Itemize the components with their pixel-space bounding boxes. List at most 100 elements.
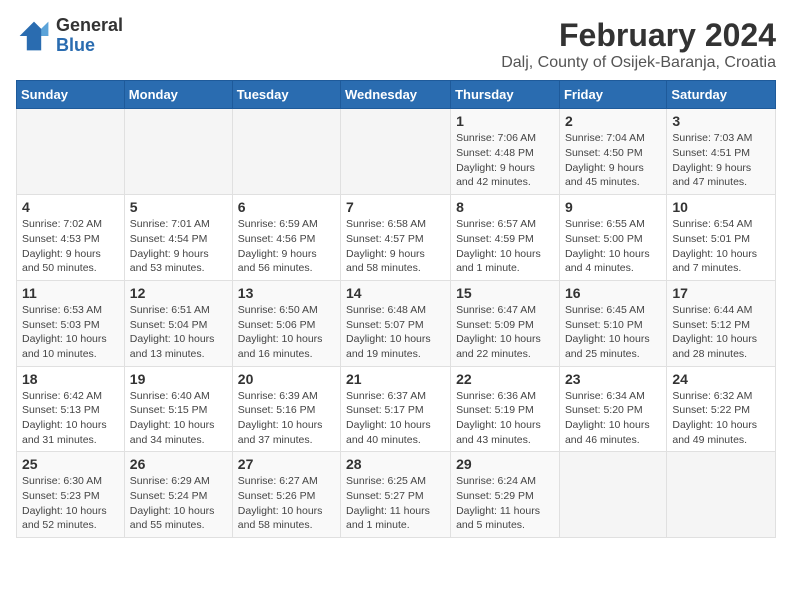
calendar-cell: 14 Sunrise: 6:48 AM Sunset: 5:07 PM Dayli… — [341, 280, 451, 366]
calendar-cell: 8 Sunrise: 6:57 AM Sunset: 4:59 PM Daylig… — [451, 195, 560, 281]
day-number: 6 — [238, 199, 335, 215]
day-number: 19 — [130, 371, 227, 387]
day-number: 22 — [456, 371, 554, 387]
week-row-4: 18 Sunrise: 6:42 AM Sunset: 5:13 PM Dayli… — [17, 366, 776, 452]
calendar-cell: 18 Sunrise: 6:42 AM Sunset: 5:13 PM Dayli… — [17, 366, 125, 452]
day-number: 18 — [22, 371, 119, 387]
day-number: 25 — [22, 456, 119, 472]
calendar-cell: 25Sunrise: 6:30 AM Sunset: 5:23 PM Dayli… — [17, 452, 125, 538]
day-info: Sunrise: 6:50 AM Sunset: 5:06 PM Dayligh… — [238, 303, 335, 362]
calendar-cell: 28 Sunrise: 6:25 AM Sunset: 5:27 PM Dayli… — [341, 452, 451, 538]
week-row-3: 11 Sunrise: 6:53 AM Sunset: 5:03 PM Dayli… — [17, 280, 776, 366]
calendar-cell: 24 Sunrise: 6:32 AM Sunset: 5:22 PM Dayli… — [667, 366, 776, 452]
day-info: Sunrise: 6:58 AM Sunset: 4:57 PM Dayligh… — [346, 217, 445, 276]
calendar-cell: 9 Sunrise: 6:55 AM Sunset: 5:00 PM Daylig… — [559, 195, 666, 281]
calendar-cell: 19Sunrise: 6:40 AM Sunset: 5:15 PM Dayli… — [124, 366, 232, 452]
day-number: 27 — [238, 456, 335, 472]
day-number: 12 — [130, 285, 227, 301]
logo-general-text: General — [56, 16, 123, 36]
calendar-cell: 21 Sunrise: 6:37 AM Sunset: 5:17 PM Dayli… — [341, 366, 451, 452]
calendar-cell: 7 Sunrise: 6:58 AM Sunset: 4:57 PM Daylig… — [341, 195, 451, 281]
header-cell-sunday: Sunday — [17, 81, 125, 109]
header-cell-saturday: Saturday — [667, 81, 776, 109]
day-info: Sunrise: 6:37 AM Sunset: 5:17 PM Dayligh… — [346, 389, 445, 448]
day-number: 16 — [565, 285, 661, 301]
day-info: Sunrise: 6:48 AM Sunset: 5:07 PM Dayligh… — [346, 303, 445, 362]
day-info: Sunrise: 6:47 AM Sunset: 5:09 PM Dayligh… — [456, 303, 554, 362]
day-info: Sunrise: 7:04 AM Sunset: 4:50 PM Dayligh… — [565, 131, 661, 190]
header-cell-tuesday: Tuesday — [232, 81, 340, 109]
day-info: Sunrise: 6:53 AM Sunset: 5:03 PM Dayligh… — [22, 303, 119, 362]
calendar-cell: 2 Sunrise: 7:04 AM Sunset: 4:50 PM Daylig… — [559, 109, 666, 195]
day-info: Sunrise: 6:45 AM Sunset: 5:10 PM Dayligh… — [565, 303, 661, 362]
header-cell-thursday: Thursday — [451, 81, 560, 109]
calendar-body: 1 Sunrise: 7:06 AM Sunset: 4:48 PM Daylig… — [17, 109, 776, 538]
week-row-1: 1 Sunrise: 7:06 AM Sunset: 4:48 PM Daylig… — [17, 109, 776, 195]
day-info: Sunrise: 6:51 AM Sunset: 5:04 PM Dayligh… — [130, 303, 227, 362]
main-title: February 2024 — [501, 16, 776, 54]
day-number: 7 — [346, 199, 445, 215]
calendar-cell: 17 Sunrise: 6:44 AM Sunset: 5:12 PM Dayli… — [667, 280, 776, 366]
day-number: 17 — [672, 285, 770, 301]
day-number: 28 — [346, 456, 445, 472]
day-number: 9 — [565, 199, 661, 215]
day-info: Sunrise: 6:24 AM Sunset: 5:29 PM Dayligh… — [456, 474, 554, 533]
day-number: 3 — [672, 113, 770, 129]
calendar-cell — [232, 109, 340, 195]
calendar-cell: 6 Sunrise: 6:59 AM Sunset: 4:56 PM Daylig… — [232, 195, 340, 281]
day-number: 21 — [346, 371, 445, 387]
calendar-cell: 29 Sunrise: 6:24 AM Sunset: 5:29 PM Dayli… — [451, 452, 560, 538]
day-info: Sunrise: 7:06 AM Sunset: 4:48 PM Dayligh… — [456, 131, 554, 190]
week-row-2: 4Sunrise: 7:02 AM Sunset: 4:53 PM Daylig… — [17, 195, 776, 281]
calendar-cell — [124, 109, 232, 195]
calendar-cell: 4Sunrise: 7:02 AM Sunset: 4:53 PM Daylig… — [17, 195, 125, 281]
calendar-cell: 12 Sunrise: 6:51 AM Sunset: 5:04 PM Dayli… — [124, 280, 232, 366]
day-info: Sunrise: 6:32 AM Sunset: 5:22 PM Dayligh… — [672, 389, 770, 448]
calendar-cell: 11 Sunrise: 6:53 AM Sunset: 5:03 PM Dayli… — [17, 280, 125, 366]
day-number: 13 — [238, 285, 335, 301]
title-block: February 2024 Dalj, County of Osijek-Bar… — [501, 16, 776, 72]
calendar-cell — [667, 452, 776, 538]
day-number: 26 — [130, 456, 227, 472]
day-number: 14 — [346, 285, 445, 301]
logo: General Blue — [16, 16, 123, 56]
day-info: Sunrise: 6:44 AM Sunset: 5:12 PM Dayligh… — [672, 303, 770, 362]
day-number: 10 — [672, 199, 770, 215]
header-cell-friday: Friday — [559, 81, 666, 109]
calendar-cell: 10Sunrise: 6:54 AM Sunset: 5:01 PM Dayli… — [667, 195, 776, 281]
day-number: 24 — [672, 371, 770, 387]
calendar-cell: 5Sunrise: 7:01 AM Sunset: 4:54 PM Daylig… — [124, 195, 232, 281]
calendar-cell — [341, 109, 451, 195]
calendar-cell: 16 Sunrise: 6:45 AM Sunset: 5:10 PM Dayli… — [559, 280, 666, 366]
day-number: 2 — [565, 113, 661, 129]
header-row: SundayMondayTuesdayWednesdayThursdayFrid… — [17, 81, 776, 109]
calendar-cell: 15Sunrise: 6:47 AM Sunset: 5:09 PM Dayli… — [451, 280, 560, 366]
calendar-cell — [559, 452, 666, 538]
day-number: 23 — [565, 371, 661, 387]
day-info: Sunrise: 6:42 AM Sunset: 5:13 PM Dayligh… — [22, 389, 119, 448]
day-info: Sunrise: 6:29 AM Sunset: 5:24 PM Dayligh… — [130, 474, 227, 533]
page-header: General Blue February 2024 Dalj, County … — [16, 16, 776, 72]
day-info: Sunrise: 6:55 AM Sunset: 5:00 PM Dayligh… — [565, 217, 661, 276]
week-row-5: 25Sunrise: 6:30 AM Sunset: 5:23 PM Dayli… — [17, 452, 776, 538]
day-number: 1 — [456, 113, 554, 129]
calendar-cell: 13 Sunrise: 6:50 AM Sunset: 5:06 PM Dayli… — [232, 280, 340, 366]
day-info: Sunrise: 6:59 AM Sunset: 4:56 PM Dayligh… — [238, 217, 335, 276]
header-cell-wednesday: Wednesday — [341, 81, 451, 109]
day-info: Sunrise: 6:57 AM Sunset: 4:59 PM Dayligh… — [456, 217, 554, 276]
day-info: Sunrise: 7:03 AM Sunset: 4:51 PM Dayligh… — [672, 131, 770, 190]
day-info: Sunrise: 6:34 AM Sunset: 5:20 PM Dayligh… — [565, 389, 661, 448]
day-info: Sunrise: 7:02 AM Sunset: 4:53 PM Dayligh… — [22, 217, 119, 276]
calendar-cell — [17, 109, 125, 195]
day-number: 8 — [456, 199, 554, 215]
subtitle: Dalj, County of Osijek-Baranja, Croatia — [501, 54, 776, 72]
calendar-cell: 20Sunrise: 6:39 AM Sunset: 5:16 PM Dayli… — [232, 366, 340, 452]
day-number: 29 — [456, 456, 554, 472]
calendar-table: SundayMondayTuesdayWednesdayThursdayFrid… — [16, 80, 776, 538]
calendar-header: SundayMondayTuesdayWednesdayThursdayFrid… — [17, 81, 776, 109]
day-info: Sunrise: 6:25 AM Sunset: 5:27 PM Dayligh… — [346, 474, 445, 533]
day-info: Sunrise: 6:36 AM Sunset: 5:19 PM Dayligh… — [456, 389, 554, 448]
logo-blue-text: Blue — [56, 36, 123, 56]
day-number: 11 — [22, 285, 119, 301]
calendar-cell: 26 Sunrise: 6:29 AM Sunset: 5:24 PM Dayli… — [124, 452, 232, 538]
